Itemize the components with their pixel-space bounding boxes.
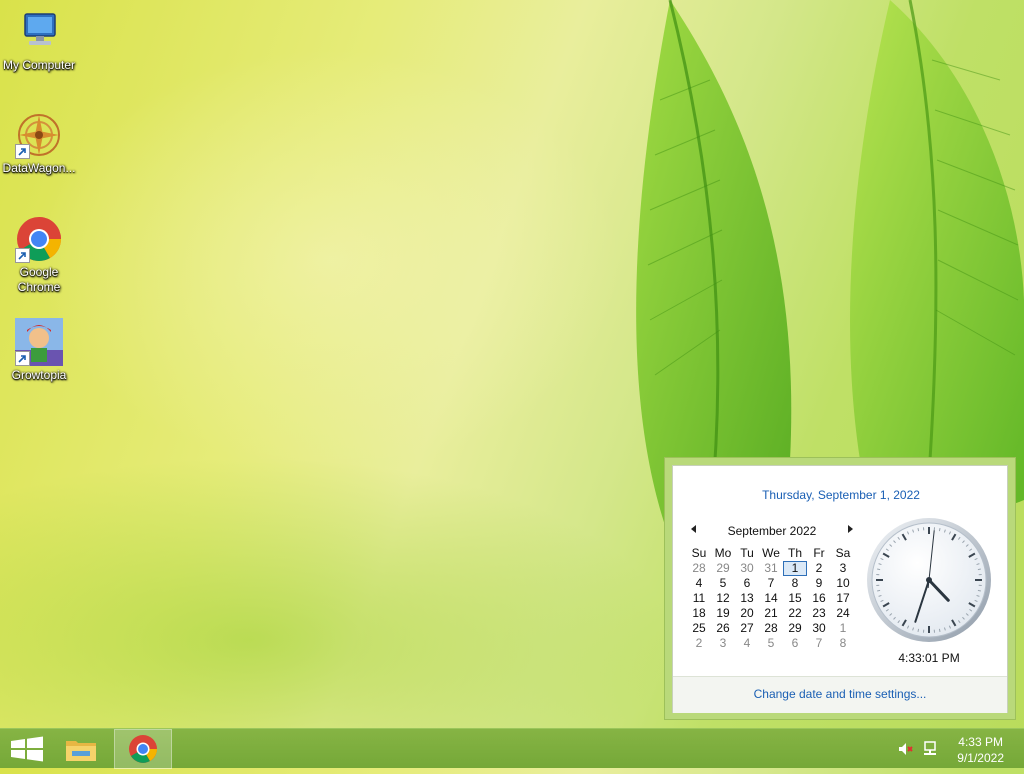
desktop-icon-label: Google Chrome [14, 265, 64, 295]
calendar-day[interactable]: 5 [711, 576, 735, 591]
desktop-icon-growtopia[interactable]: Growtopia [0, 318, 78, 383]
shortcut-arrow-icon [15, 248, 30, 263]
desktop-icon-my-computer[interactable]: My Computer [0, 8, 78, 73]
chrome-icon [115, 730, 171, 768]
desktop-icon-label: DataWagon... [0, 161, 78, 176]
calendar-day[interactable]: 24 [831, 606, 855, 621]
calendar-day[interactable]: 14 [759, 591, 783, 606]
calendar-day[interactable]: 3 [831, 561, 855, 576]
flyout-panel: Thursday, September 1, 2022 September 20… [672, 465, 1008, 713]
calendar-day[interactable]: 11 [687, 591, 711, 606]
flyout-footer: Change date and time settings... [673, 677, 1007, 713]
computer-icon [15, 8, 63, 56]
calendar-day[interactable]: 7 [807, 636, 831, 651]
calendar-day[interactable]: 20 [735, 606, 759, 621]
calendar-day[interactable]: 10 [831, 576, 855, 591]
calendar-day[interactable]: 8 [783, 576, 807, 591]
calendar-day[interactable]: 7 [759, 576, 783, 591]
calendar-day[interactable]: 2 [807, 561, 831, 576]
clock-tick [877, 569, 880, 570]
calendar-day[interactable]: 13 [735, 591, 759, 606]
calendar-day[interactable]: 29 [711, 561, 735, 576]
month-navigation: September 2022 [687, 523, 857, 539]
start-button[interactable] [0, 729, 54, 769]
windows-logo-icon [0, 729, 54, 769]
tray-time: 4:33 PM [957, 734, 1004, 750]
taskbar: 4:33 PM 9/1/2022 [0, 728, 1024, 768]
calendar-day[interactable]: 4 [687, 576, 711, 591]
clock-tick [939, 528, 940, 531]
clock-tick [918, 528, 919, 531]
shortcut-arrow-icon [15, 144, 30, 159]
taskbar-file-explorer[interactable] [54, 729, 108, 769]
weekday-header: Th [783, 546, 807, 561]
chrome-icon [15, 215, 63, 263]
date-time-flyout: Thursday, September 1, 2022 September 20… [664, 457, 1016, 720]
calendar-day[interactable]: 31 [759, 561, 783, 576]
calendar-day[interactable]: 25 [687, 621, 711, 636]
calendar-day[interactable]: 21 [759, 606, 783, 621]
clock-tick [939, 629, 940, 632]
weekday-header: Su [687, 546, 711, 561]
calendar-day[interactable]: 2 [687, 636, 711, 651]
calendar-day[interactable]: 22 [783, 606, 807, 621]
calendar-day[interactable]: 26 [711, 621, 735, 636]
change-date-time-settings-link[interactable]: Change date and time settings... [673, 687, 1007, 701]
month-title[interactable]: September 2022 [687, 524, 857, 538]
calendar-day[interactable]: 30 [807, 621, 831, 636]
calendar-day[interactable]: 16 [807, 591, 831, 606]
volume-muted-icon[interactable] [898, 741, 914, 757]
next-month-button[interactable] [848, 525, 853, 533]
calendar-day[interactable]: 28 [687, 561, 711, 576]
calendar-day[interactable]: 6 [783, 636, 807, 651]
weekday-header: Sa [831, 546, 855, 561]
network-icon[interactable] [922, 741, 938, 757]
calendar-day[interactable]: 30 [735, 561, 759, 576]
calendar-day[interactable]: 4 [735, 636, 759, 651]
desktop-icon-datawagon[interactable]: DataWagon... [0, 111, 78, 176]
tray-clock[interactable]: 4:33 PM 9/1/2022 [957, 734, 1004, 766]
calendar-day[interactable]: 1 [831, 621, 855, 636]
calendar-day[interactable]: 19 [711, 606, 735, 621]
growtopia-icon [15, 318, 63, 366]
clock-tick [978, 590, 981, 591]
calendar-day[interactable]: 29 [783, 621, 807, 636]
desktop-icon-google-chrome[interactable]: Google Chrome [0, 215, 78, 295]
desktop-icon-label: My Computer [0, 58, 78, 73]
calendar-day-today[interactable]: 1 [783, 561, 807, 576]
calendar-day[interactable]: 23 [807, 606, 831, 621]
file-explorer-icon [54, 729, 108, 769]
taskbar-google-chrome[interactable] [114, 729, 172, 769]
calendar-day[interactable]: 3 [711, 636, 735, 651]
calendar-grid: SuMoTuWeThFrSa28293031123456789101112131… [687, 546, 855, 651]
calendar-day[interactable]: 15 [783, 591, 807, 606]
clock-tick [978, 569, 981, 570]
calendar-day[interactable]: 6 [735, 576, 759, 591]
weekday-header: We [759, 546, 783, 561]
weekday-header: Tu [735, 546, 759, 561]
analog-clock [865, 516, 993, 644]
digital-time: 4:33:01 PM [865, 651, 993, 665]
calendar-day[interactable]: 17 [831, 591, 855, 606]
weekday-header: Fr [807, 546, 831, 561]
calendar-day[interactable]: 8 [831, 636, 855, 651]
shortcut-arrow-icon [15, 351, 30, 366]
tray-date: 9/1/2022 [957, 750, 1004, 766]
calendar-day[interactable]: 9 [807, 576, 831, 591]
clock-tick [918, 629, 919, 632]
calendar-day[interactable]: 28 [759, 621, 783, 636]
calendar-day[interactable]: 12 [711, 591, 735, 606]
weekday-header: Mo [711, 546, 735, 561]
calendar-day[interactable]: 27 [735, 621, 759, 636]
clock-tick [877, 590, 880, 591]
calendar-day[interactable]: 18 [687, 606, 711, 621]
calendar-day[interactable]: 5 [759, 636, 783, 651]
datawagon-icon [15, 111, 63, 159]
long-date-link[interactable]: Thursday, September 1, 2022 [673, 488, 1009, 502]
desktop-icon-label: Growtopia [0, 368, 78, 383]
